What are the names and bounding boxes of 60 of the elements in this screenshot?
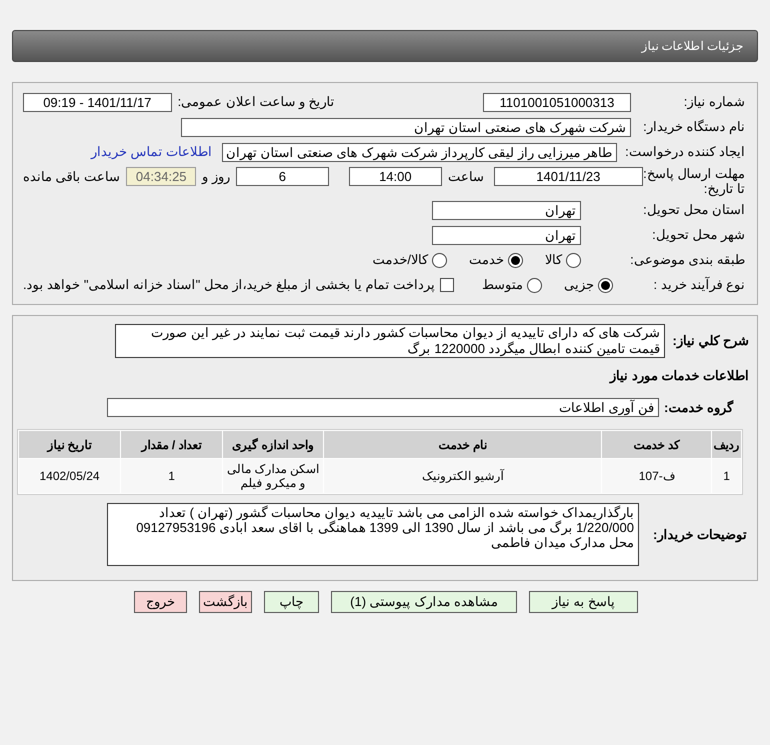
table-cell: آرشیو الکترونیک: [324, 459, 602, 493]
field-label: کالا: [545, 251, 562, 270]
field-label: تاریخ و ساعت اعلان عمومی:: [178, 93, 335, 112]
field-label: توضیحات خریدار:: [653, 526, 747, 542]
table-cell: 1: [121, 459, 222, 493]
service-group-field[interactable]: فن آوری اطلاعات: [107, 398, 659, 417]
radio-button[interactable]: [566, 252, 581, 268]
column-header: کد خدمت: [602, 431, 712, 458]
section-heading: اطلاعات خدمات مورد نیاز: [610, 368, 749, 383]
radio-button[interactable]: [598, 278, 614, 292]
table-cell: اسکن مدارک مالی و میکرو فیلم: [223, 459, 324, 493]
table-cell: 1402/05/24: [19, 459, 120, 493]
action-button[interactable]: مشاهده مدارک پیوستی (1): [331, 591, 517, 613]
column-header: ردیف: [712, 431, 741, 458]
field-label: ساعت باقی مانده: [23, 168, 120, 186]
field-label: کالا/خدمت: [372, 251, 428, 270]
field-label: شرح کلي نياز:: [672, 333, 749, 348]
field-label: پرداخت تمام یا بخشی از مبلغ خرید،از محل "اسناد خزانه اسلامی" خواهد بود.: [23, 276, 436, 294]
city-field[interactable]: تهران: [432, 226, 581, 244]
table-cell: 1: [712, 459, 741, 493]
action-button[interactable]: خروج: [134, 591, 187, 613]
radio-button[interactable]: [508, 252, 523, 268]
deadline-time-field[interactable]: 14:00: [348, 167, 442, 186]
province-field[interactable]: تهران: [432, 200, 581, 220]
announce-date-field[interactable]: 1401/11/17 - 09:19: [23, 92, 172, 112]
action-button[interactable]: پاسخ به نیاز: [529, 591, 638, 613]
field-label: متوسط: [482, 276, 524, 294]
need-number-field[interactable]: 1101001051000313: [482, 92, 632, 112]
column-header: واحد اندازه گیری: [223, 431, 324, 458]
column-header: تاریخ نیاز: [18, 431, 120, 458]
remaining-time-field: 04:34:25: [126, 167, 196, 186]
buyer-field[interactable]: شرکت شهرک های صنعتی استان تهران: [181, 118, 631, 136]
field-label: ساعت: [448, 168, 484, 186]
table-cell: ف-107: [602, 459, 712, 493]
action-button[interactable]: بازگشت: [199, 591, 252, 613]
radio-button[interactable]: [527, 278, 542, 292]
creator-field[interactable]: طاهر میرزایی راز لیقی کارپرداز شرکت شهرک های صنعتی استان تهران: [222, 142, 617, 162]
field-label: جزیی: [564, 276, 594, 294]
field-label: شهر محل تحویل:: [652, 227, 745, 242]
field-label: خدمت: [469, 251, 504, 270]
buyer-notes-box: بارگذاریمداک خواسته شده الزامی می باشد تاییدیه دیوان محاسبات گشور (تهران ) تعداد 1/220/000 برگ می باشد از سال 1390 الی 1399 هماهنگی با اقای سعد ابادی 09127953196 محل مدارک میدان فاطمی: [107, 503, 639, 566]
deadline-date-field[interactable]: 1401/11/23: [494, 167, 643, 186]
column-header: تعداد / مقدار: [121, 431, 222, 458]
field-label: طبقه بندی موضوعی:: [630, 252, 745, 268]
page-title: جزئیات اطلاعات نیاز: [641, 38, 743, 55]
field-label: ایجاد کننده درخواست:: [625, 144, 745, 160]
column-header: نام خدمت: [324, 431, 602, 458]
summary-text-box: شرکت های که دارای تاییدیه از دیوان محاسبات کشور دارند قیمت ثبت نمایند در غیر این صورت قیمت تامین کننده ابطال میگردد 1220000 برگ: [115, 324, 665, 358]
field-label: شماره نیاز:: [684, 94, 745, 110]
field-label: نوع فرآیند خرید :: [654, 277, 745, 292]
field-label: مهلت ارسال پاسخ: تا تاریخ:: [642, 166, 745, 196]
field-label: روز و: [202, 168, 230, 186]
days-field[interactable]: 6: [236, 167, 329, 186]
buyer-contact-link[interactable]: اطلاعات تماس خریدار: [90, 142, 212, 162]
field-label: استان محل تحویل:: [643, 202, 745, 218]
field-label: نام دستگاه خریدار:: [643, 119, 745, 134]
checkbox[interactable]: [440, 278, 454, 292]
field-label: گروه خدمت:: [664, 400, 733, 414]
radio-button[interactable]: [432, 252, 447, 268]
action-button[interactable]: چاپ: [264, 591, 319, 613]
